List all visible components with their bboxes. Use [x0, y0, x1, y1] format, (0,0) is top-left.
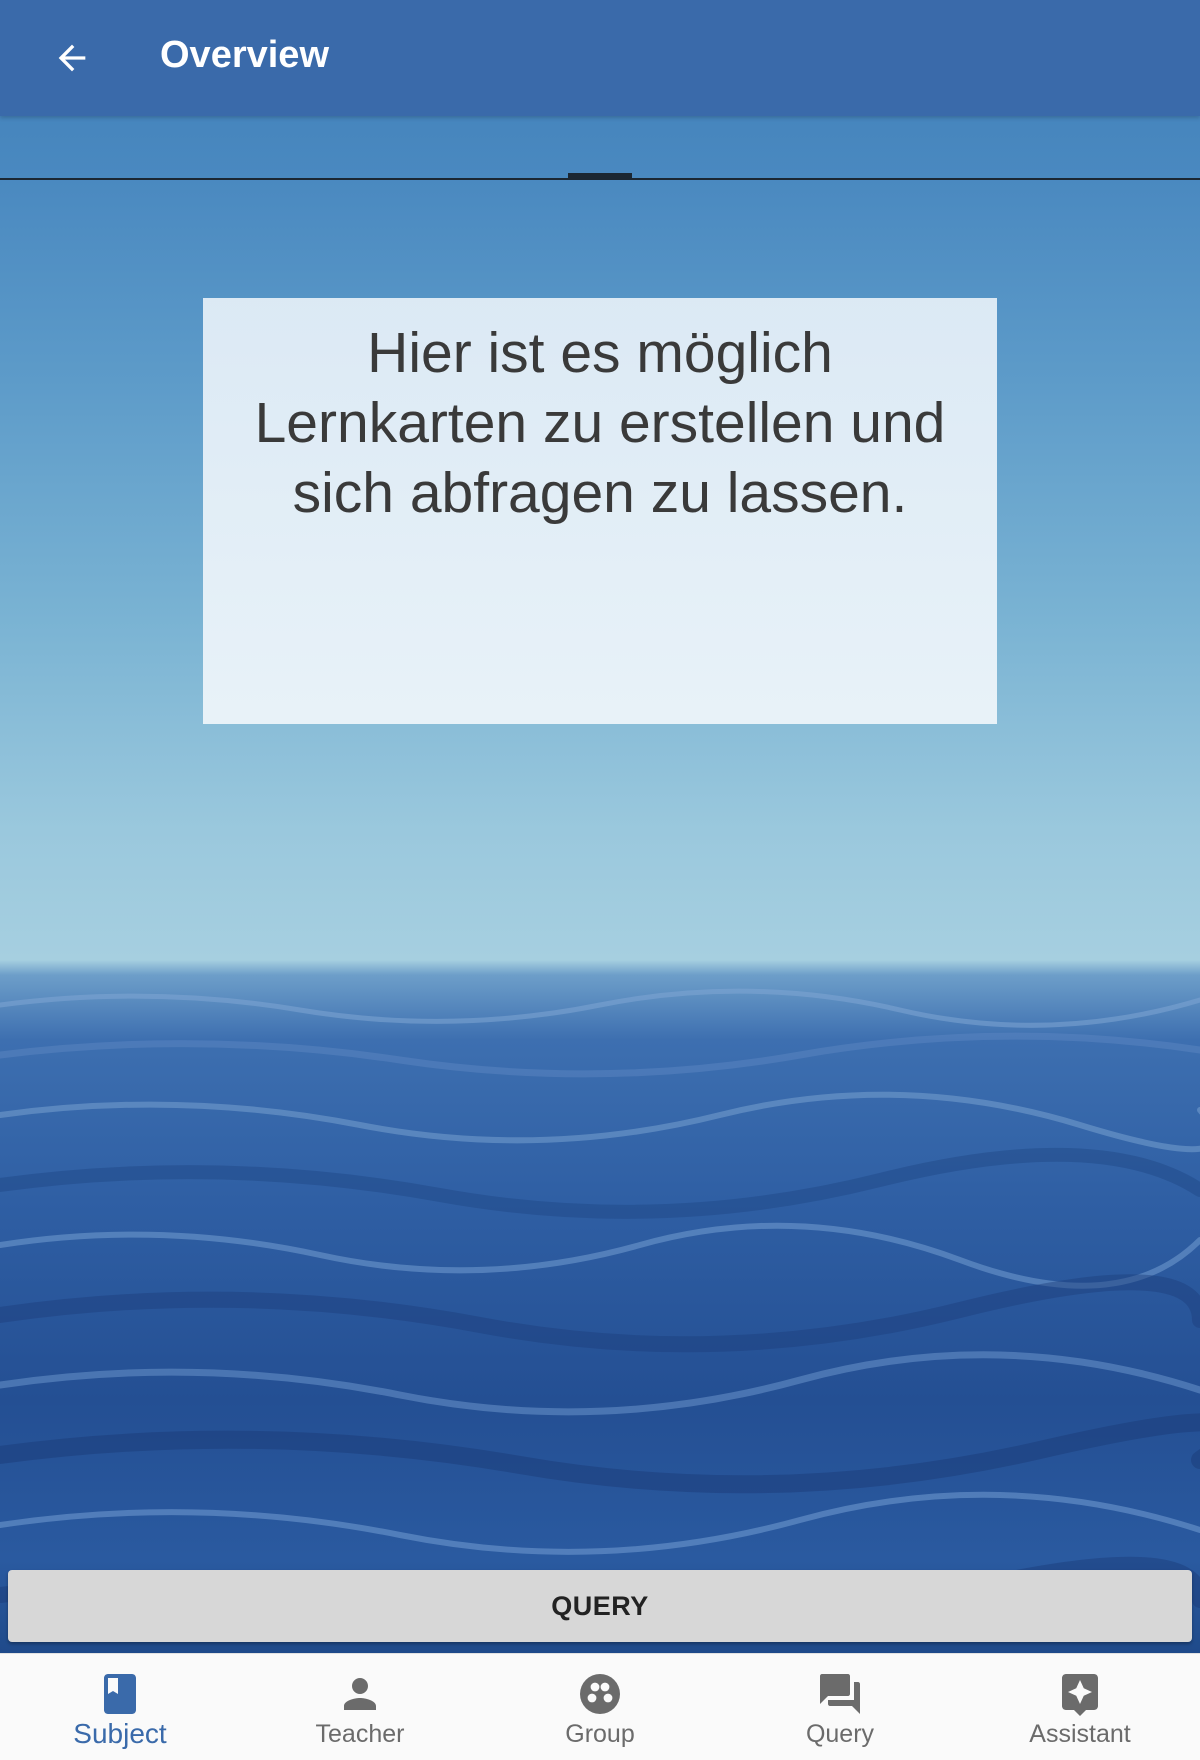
nav-item-group[interactable]: Group: [480, 1654, 720, 1760]
info-card-line: sich abfragen zu lassen.: [292, 461, 908, 525]
nav-label: Query: [805, 1720, 875, 1748]
chat-bubbles-icon: [820, 1674, 860, 1714]
page-title: Overview: [160, 34, 329, 76]
tab-indicator[interactable]: [568, 173, 632, 179]
group-icon: [580, 1674, 620, 1714]
app-bar: Overview: [0, 0, 1200, 116]
nav-label: Teacher: [315, 1720, 405, 1748]
info-card-line: Lernkarten zu erstellen und: [254, 391, 946, 455]
assistant-icon: [1062, 1674, 1098, 1716]
nav-label: Assistant: [1029, 1720, 1131, 1748]
info-card: Hier ist es möglich Lernkarten zu erstel…: [203, 298, 997, 724]
nav-label: Group: [565, 1720, 635, 1748]
info-card-line: Hier ist es möglich: [367, 321, 833, 385]
waves-decoration: [0, 988, 1200, 1630]
app-screen: Overview Hier ist es möglich Lernkarten …: [0, 0, 1200, 1760]
query-button[interactable]: QUERY: [8, 1570, 1192, 1642]
nav-label: Subject: [73, 1718, 167, 1749]
arrow-back-icon: [58, 44, 86, 72]
person-icon: [344, 1678, 376, 1710]
bottom-navigation: Subject Teacher Group Query Assistant: [0, 1653, 1200, 1760]
book-icon: [104, 1674, 136, 1714]
nav-item-teacher[interactable]: Teacher: [240, 1654, 480, 1760]
back-button[interactable]: [38, 24, 106, 92]
nav-item-assistant[interactable]: Assistant: [960, 1654, 1200, 1760]
tab-strip: [0, 116, 1200, 180]
nav-item-subject[interactable]: Subject: [0, 1654, 240, 1760]
nav-item-query[interactable]: Query: [720, 1654, 960, 1760]
